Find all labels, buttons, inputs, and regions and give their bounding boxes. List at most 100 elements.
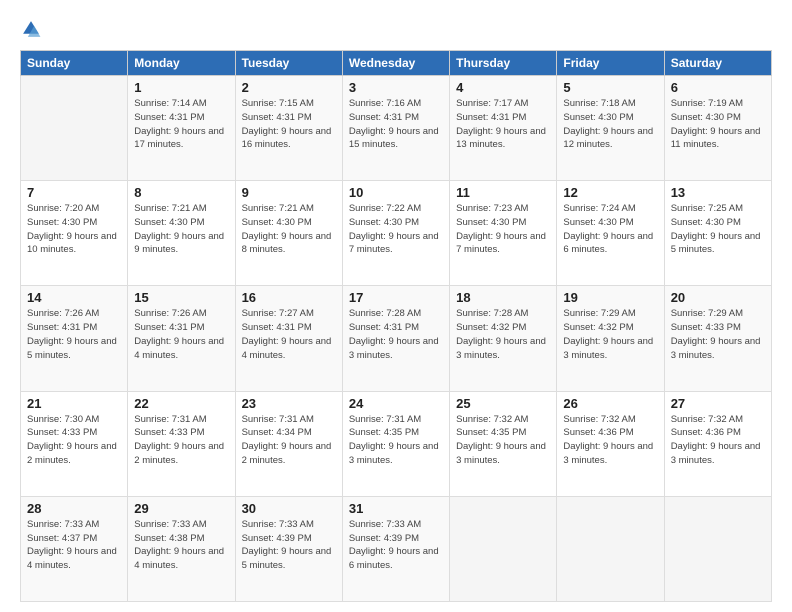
day-number: 7 (27, 185, 121, 200)
calendar-cell: 14 Sunrise: 7:26 AMSunset: 4:31 PMDayligh… (21, 286, 128, 391)
calendar-cell: 21 Sunrise: 7:30 AMSunset: 4:33 PMDayligh… (21, 391, 128, 496)
day-info: Sunrise: 7:21 AMSunset: 4:30 PMDaylight:… (134, 202, 228, 257)
calendar-cell: 26Sunrise: 7:32 AMSunset: 4:36 PMDayligh… (557, 391, 664, 496)
day-info: Sunrise: 7:32 AMSunset: 4:36 PMDaylight:… (671, 413, 765, 468)
day-info: Sunrise: 7:29 AMSunset: 4:33 PMDaylight:… (671, 307, 765, 362)
day-number: 21 (27, 396, 121, 411)
day-number: 12 (563, 185, 657, 200)
calendar-cell: 13 Sunrise: 7:25 AMSunset: 4:30 PMDayligh… (664, 181, 771, 286)
calendar-cell: 11 Sunrise: 7:23 AMSunset: 4:30 PMDayligh… (450, 181, 557, 286)
day-info: Sunrise: 7:32 AMSunset: 4:36 PMDaylight:… (563, 413, 657, 468)
calendar-cell: 5 Sunrise: 7:18 AMSunset: 4:30 PMDaylight… (557, 76, 664, 181)
day-number: 31 (349, 501, 443, 516)
calendar-cell: 25 Sunrise: 7:32 AMSunset: 4:35 PMDayligh… (450, 391, 557, 496)
day-info: Sunrise: 7:30 AMSunset: 4:33 PMDaylight:… (27, 413, 121, 468)
day-number: 30 (242, 501, 336, 516)
calendar-cell: 30 Sunrise: 7:33 AMSunset: 4:39 PMDayligh… (235, 496, 342, 601)
day-info: Sunrise: 7:29 AMSunset: 4:32 PMDaylight:… (563, 307, 657, 362)
day-info: Sunrise: 7:16 AMSunset: 4:31 PMDaylight:… (349, 97, 443, 152)
calendar-header: SundayMondayTuesdayWednesdayThursdayFrid… (21, 51, 772, 76)
day-number: 16 (242, 290, 336, 305)
calendar-cell: 19 Sunrise: 7:29 AMSunset: 4:32 PMDayligh… (557, 286, 664, 391)
calendar-cell (664, 496, 771, 601)
day-info: Sunrise: 7:31 AMSunset: 4:35 PMDaylight:… (349, 413, 443, 468)
calendar-cell (557, 496, 664, 601)
day-info: Sunrise: 7:23 AMSunset: 4:30 PMDaylight:… (456, 202, 550, 257)
day-number: 13 (671, 185, 765, 200)
calendar-cell: 9 Sunrise: 7:21 AMSunset: 4:30 PMDaylight… (235, 181, 342, 286)
calendar-cell: 6 Sunrise: 7:19 AMSunset: 4:30 PMDaylight… (664, 76, 771, 181)
day-number: 11 (456, 185, 550, 200)
calendar-cell (21, 76, 128, 181)
calendar-cell: 18 Sunrise: 7:28 AMSunset: 4:32 PMDayligh… (450, 286, 557, 391)
logo (20, 18, 46, 40)
day-number: 25 (456, 396, 550, 411)
day-info: Sunrise: 7:31 AMSunset: 4:33 PMDaylight:… (134, 413, 228, 468)
day-number: 3 (349, 80, 443, 95)
day-info: Sunrise: 7:32 AMSunset: 4:35 PMDaylight:… (456, 413, 550, 468)
day-info: Sunrise: 7:33 AMSunset: 4:39 PMDaylight:… (242, 518, 336, 573)
calendar-cell: 1 Sunrise: 7:14 AMSunset: 4:31 PMDaylight… (128, 76, 235, 181)
day-number: 29 (134, 501, 228, 516)
day-number: 22 (134, 396, 228, 411)
day-number: 24 (349, 396, 443, 411)
day-number: 6 (671, 80, 765, 95)
day-info: Sunrise: 7:26 AMSunset: 4:31 PMDaylight:… (134, 307, 228, 362)
day-number: 28 (27, 501, 121, 516)
day-info: Sunrise: 7:28 AMSunset: 4:31 PMDaylight:… (349, 307, 443, 362)
calendar-cell: 28 Sunrise: 7:33 AMSunset: 4:37 PMDayligh… (21, 496, 128, 601)
day-info: Sunrise: 7:15 AMSunset: 4:31 PMDaylight:… (242, 97, 336, 152)
calendar-cell: 12 Sunrise: 7:24 AMSunset: 4:30 PMDayligh… (557, 181, 664, 286)
day-number: 1 (134, 80, 228, 95)
day-number: 5 (563, 80, 657, 95)
day-number: 20 (671, 290, 765, 305)
calendar-cell: 7Sunrise: 7:20 AMSunset: 4:30 PMDaylight… (21, 181, 128, 286)
day-info: Sunrise: 7:33 AMSunset: 4:38 PMDaylight:… (134, 518, 228, 573)
calendar-cell: 17Sunrise: 7:28 AMSunset: 4:31 PMDayligh… (342, 286, 449, 391)
weekday-header-thursday: Thursday (450, 51, 557, 76)
calendar-cell: 4 Sunrise: 7:17 AMSunset: 4:31 PMDaylight… (450, 76, 557, 181)
day-info: Sunrise: 7:33 AMSunset: 4:39 PMDaylight:… (349, 518, 443, 573)
day-info: Sunrise: 7:31 AMSunset: 4:34 PMDaylight:… (242, 413, 336, 468)
day-info: Sunrise: 7:21 AMSunset: 4:30 PMDaylight:… (242, 202, 336, 257)
day-number: 23 (242, 396, 336, 411)
calendar-cell: 20 Sunrise: 7:29 AMSunset: 4:33 PMDayligh… (664, 286, 771, 391)
day-number: 9 (242, 185, 336, 200)
calendar-cell: 3 Sunrise: 7:16 AMSunset: 4:31 PMDaylight… (342, 76, 449, 181)
calendar-cell: 31 Sunrise: 7:33 AMSunset: 4:39 PMDayligh… (342, 496, 449, 601)
calendar-cell: 23 Sunrise: 7:31 AMSunset: 4:34 PMDayligh… (235, 391, 342, 496)
day-info: Sunrise: 7:19 AMSunset: 4:30 PMDaylight:… (671, 97, 765, 152)
weekday-header-monday: Monday (128, 51, 235, 76)
calendar-cell: 8Sunrise: 7:21 AMSunset: 4:30 PMDaylight… (128, 181, 235, 286)
day-info: Sunrise: 7:25 AMSunset: 4:30 PMDaylight:… (671, 202, 765, 257)
day-number: 4 (456, 80, 550, 95)
day-info: Sunrise: 7:18 AMSunset: 4:30 PMDaylight:… (563, 97, 657, 152)
calendar-cell: 2 Sunrise: 7:15 AMSunset: 4:31 PMDaylight… (235, 76, 342, 181)
calendar-table: SundayMondayTuesdayWednesdayThursdayFrid… (20, 50, 772, 602)
weekday-header-wednesday: Wednesday (342, 51, 449, 76)
day-info: Sunrise: 7:22 AMSunset: 4:30 PMDaylight:… (349, 202, 443, 257)
day-info: Sunrise: 7:17 AMSunset: 4:31 PMDaylight:… (456, 97, 550, 152)
day-number: 18 (456, 290, 550, 305)
calendar-cell (450, 496, 557, 601)
weekday-header-saturday: Saturday (664, 51, 771, 76)
day-info: Sunrise: 7:33 AMSunset: 4:37 PMDaylight:… (27, 518, 121, 573)
weekday-header-tuesday: Tuesday (235, 51, 342, 76)
day-info: Sunrise: 7:14 AMSunset: 4:31 PMDaylight:… (134, 97, 228, 152)
day-number: 2 (242, 80, 336, 95)
day-info: Sunrise: 7:24 AMSunset: 4:30 PMDaylight:… (563, 202, 657, 257)
day-info: Sunrise: 7:27 AMSunset: 4:31 PMDaylight:… (242, 307, 336, 362)
day-number: 19 (563, 290, 657, 305)
calendar-cell: 27Sunrise: 7:32 AMSunset: 4:36 PMDayligh… (664, 391, 771, 496)
calendar-cell: 24 Sunrise: 7:31 AMSunset: 4:35 PMDayligh… (342, 391, 449, 496)
day-number: 14 (27, 290, 121, 305)
calendar-cell: 22 Sunrise: 7:31 AMSunset: 4:33 PMDayligh… (128, 391, 235, 496)
page-header (20, 18, 772, 40)
calendar-cell: 16 Sunrise: 7:27 AMSunset: 4:31 PMDayligh… (235, 286, 342, 391)
calendar-cell: 29 Sunrise: 7:33 AMSunset: 4:38 PMDayligh… (128, 496, 235, 601)
day-info: Sunrise: 7:26 AMSunset: 4:31 PMDaylight:… (27, 307, 121, 362)
day-info: Sunrise: 7:28 AMSunset: 4:32 PMDaylight:… (456, 307, 550, 362)
weekday-header-sunday: Sunday (21, 51, 128, 76)
day-number: 15 (134, 290, 228, 305)
calendar-cell: 10Sunrise: 7:22 AMSunset: 4:30 PMDayligh… (342, 181, 449, 286)
